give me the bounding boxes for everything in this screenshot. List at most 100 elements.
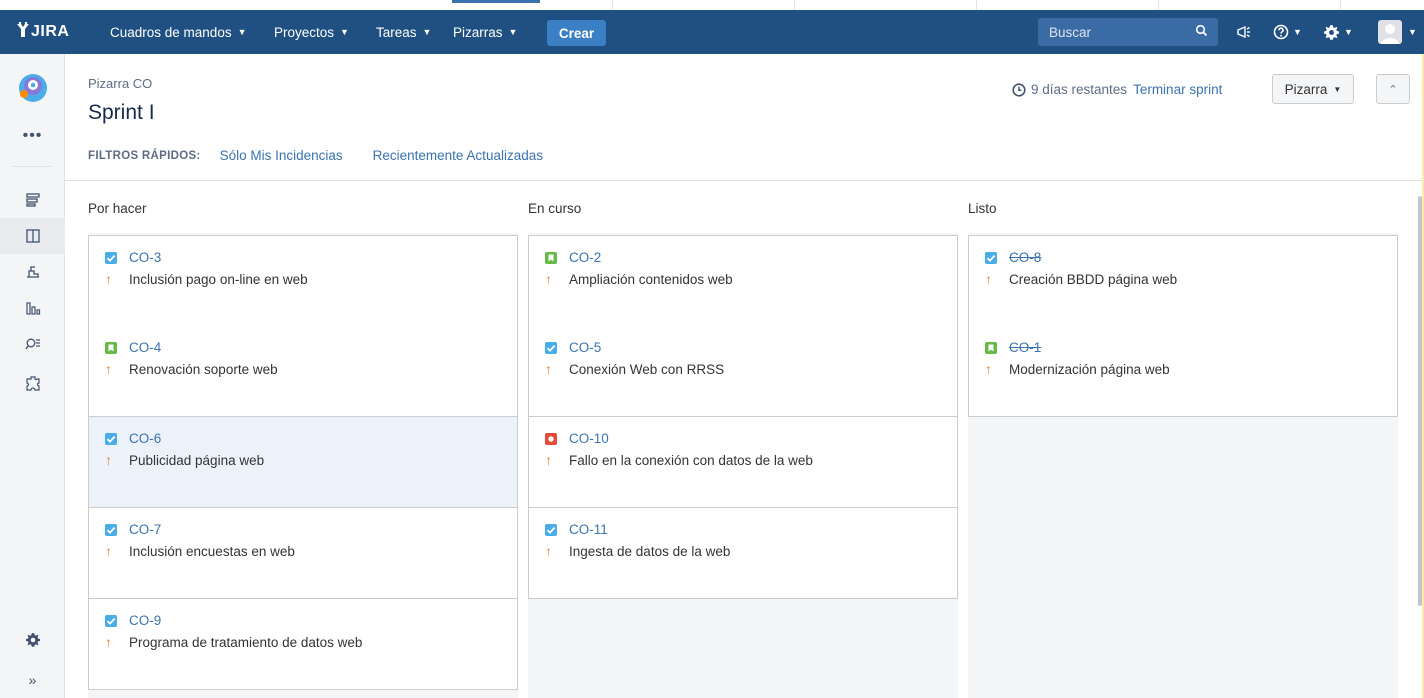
column-todo: CO-3 ↑ Inclusión pago on-line en web CO-4 ↑ R…: [88, 233, 518, 698]
help-icon[interactable]: ▼: [1273, 10, 1302, 54]
priority-arrow-up-icon: ↑: [105, 634, 112, 650]
releases-icon[interactable]: [0, 254, 65, 290]
chevron-down-icon: ▼: [340, 27, 349, 37]
chevron-down-icon: ▼: [237, 27, 247, 37]
priority-arrow-up-icon: ↑: [985, 361, 992, 377]
issue-key[interactable]: CO-2: [569, 250, 601, 265]
chevron-down-icon: ▼: [1293, 27, 1302, 37]
story-type-icon: [545, 252, 557, 264]
issue-key[interactable]: CO-7: [129, 522, 161, 537]
issue-key[interactable]: CO-5: [569, 340, 601, 355]
priority-arrow-up-icon: ↑: [105, 271, 112, 287]
quick-filters: FILTROS RÁPIDOS: Sólo Mis Incidencias Re…: [88, 148, 573, 163]
task-type-icon: [105, 252, 117, 264]
megaphone-icon[interactable]: [1236, 10, 1252, 54]
issue-card[interactable]: CO-1 ↑ Modernización página web: [968, 326, 1398, 417]
top-navigation: JIRA Cuadros de mandos ▼ Proyectos ▼ Tarea…: [0, 0, 1424, 64]
issue-key[interactable]: CO-1: [1009, 340, 1041, 355]
project-avatar-icon[interactable]: [0, 68, 65, 108]
breadcrumb[interactable]: Pizarra CO: [88, 76, 152, 91]
issue-summary: Inclusión pago on-line en web: [129, 272, 308, 287]
priority-arrow-up-icon: ↑: [105, 543, 112, 559]
expand-icon[interactable]: »: [0, 662, 65, 698]
days-remaining: 9 días restantes: [1031, 82, 1128, 97]
menu-dashboards[interactable]: Cuadros de mandos ▼: [110, 10, 247, 54]
search-box[interactable]: [1038, 18, 1218, 46]
priority-arrow-up-icon: ↑: [105, 452, 112, 468]
issue-summary: Programa de tratamiento de datos web: [129, 635, 363, 650]
sprint-info: 9 días restantes Terminar sprint: [1012, 82, 1222, 97]
task-type-icon: [105, 615, 117, 627]
active-tab-indicator: [452, 0, 540, 3]
issue-summary: Publicidad página web: [129, 453, 265, 468]
more-icon[interactable]: •••: [0, 118, 65, 154]
menu-boards[interactable]: Pizarras ▼: [453, 10, 517, 54]
menu-projects[interactable]: Proyectos ▼: [274, 10, 349, 54]
issue-card[interactable]: CO-2 ↑ Ampliación contenidos web: [528, 235, 958, 327]
task-type-icon: [985, 252, 997, 264]
issue-key[interactable]: CO-11: [569, 522, 608, 537]
complete-sprint-link[interactable]: Terminar sprint: [1133, 82, 1222, 97]
column-done: CO-8 ↑ Creación BBDD página web CO-1 ↑ Modern…: [968, 233, 1398, 698]
issue-card[interactable]: CO-11 ↑ Ingesta de datos de la web: [528, 508, 958, 599]
priority-arrow-up-icon: ↑: [545, 361, 552, 377]
backlog-icon[interactable]: [0, 182, 65, 218]
search-icon[interactable]: [1195, 24, 1208, 40]
search-input[interactable]: [1049, 24, 1189, 40]
story-type-icon: [105, 342, 117, 354]
filter-recently-updated[interactable]: Recientemente Actualizadas: [373, 148, 543, 163]
issue-card[interactable]: CO-4 ↑ Renovación soporte web: [88, 326, 518, 417]
issue-card[interactable]: CO-6 ↑ Publicidad página web: [88, 417, 518, 508]
project-sidebar: ••• »: [0, 54, 65, 698]
chevron-up-icon: ⌃: [1388, 83, 1398, 96]
column-title-done: Listo: [968, 201, 997, 216]
issue-key[interactable]: CO-3: [129, 250, 161, 265]
board-icon[interactable]: [0, 218, 65, 254]
priority-arrow-up-icon: ↑: [985, 271, 992, 287]
issue-key[interactable]: CO-10: [569, 431, 609, 446]
issues-icon[interactable]: [0, 326, 65, 362]
task-type-icon: [105, 524, 117, 536]
priority-arrow-up-icon: ↑: [105, 361, 112, 377]
issue-summary: Conexión Web con RRSS: [569, 362, 725, 377]
issue-card[interactable]: CO-7 ↑ Inclusión encuestas en web: [88, 508, 518, 599]
issue-key[interactable]: CO-4: [129, 340, 161, 355]
nav-bar: JIRA Cuadros de mandos ▼ Proyectos ▼ Tarea…: [0, 10, 1424, 54]
column-title-todo: Por hacer: [88, 201, 147, 216]
issue-card[interactable]: CO-8 ↑ Creación BBDD página web: [968, 235, 1398, 327]
menu-issues[interactable]: Tareas ▼: [376, 10, 431, 54]
gear-icon[interactable]: ▼: [1323, 10, 1353, 54]
header-divider: [65, 180, 1424, 181]
settings-icon[interactable]: [0, 622, 65, 658]
issue-summary: Modernización página web: [1009, 362, 1170, 377]
jira-logo[interactable]: JIRA: [16, 10, 69, 54]
issue-card[interactable]: CO-9 ↑ Programa de tratamiento de datos we…: [88, 599, 518, 690]
issue-card[interactable]: CO-3 ↑ Inclusión pago on-line en web: [88, 235, 518, 327]
chevron-down-icon[interactable]: ▼: [1408, 27, 1417, 37]
issue-card[interactable]: CO-5 ↑ Conexión Web con RRSS: [528, 326, 958, 417]
filter-my-issues[interactable]: Sólo Mis Incidencias: [220, 148, 343, 163]
issue-summary: Inclusión encuestas en web: [129, 544, 295, 559]
chevron-down-icon: ▼: [1344, 27, 1353, 37]
issue-summary: Ingesta de datos de la web: [569, 544, 731, 559]
task-type-icon: [545, 342, 557, 354]
issue-key[interactable]: CO-8: [1009, 250, 1041, 265]
issue-key[interactable]: CO-6: [129, 431, 161, 446]
issue-key[interactable]: CO-9: [129, 613, 161, 628]
browser-strip: [0, 0, 1424, 10]
collapse-header-button[interactable]: ⌃: [1376, 74, 1410, 104]
task-type-icon: [105, 433, 117, 445]
issue-card[interactable]: CO-10 ↑ Fallo en la conexión con datos de …: [528, 417, 958, 508]
clock-icon: [1012, 82, 1026, 97]
issue-summary: Creación BBDD página web: [1009, 272, 1178, 287]
components-icon[interactable]: [0, 366, 65, 402]
board-menu-button[interactable]: Pizarra ▼: [1272, 74, 1354, 104]
issue-summary: Renovación soporte web: [129, 362, 278, 377]
story-type-icon: [985, 342, 997, 354]
reports-icon[interactable]: [0, 290, 65, 326]
avatar-icon[interactable]: [1378, 20, 1402, 44]
chevron-down-icon: ▼: [422, 27, 432, 37]
priority-arrow-up-icon: ↑: [545, 543, 552, 559]
issue-summary: Fallo en la conexión con datos de la web: [569, 453, 813, 468]
create-button[interactable]: Crear: [547, 20, 606, 46]
